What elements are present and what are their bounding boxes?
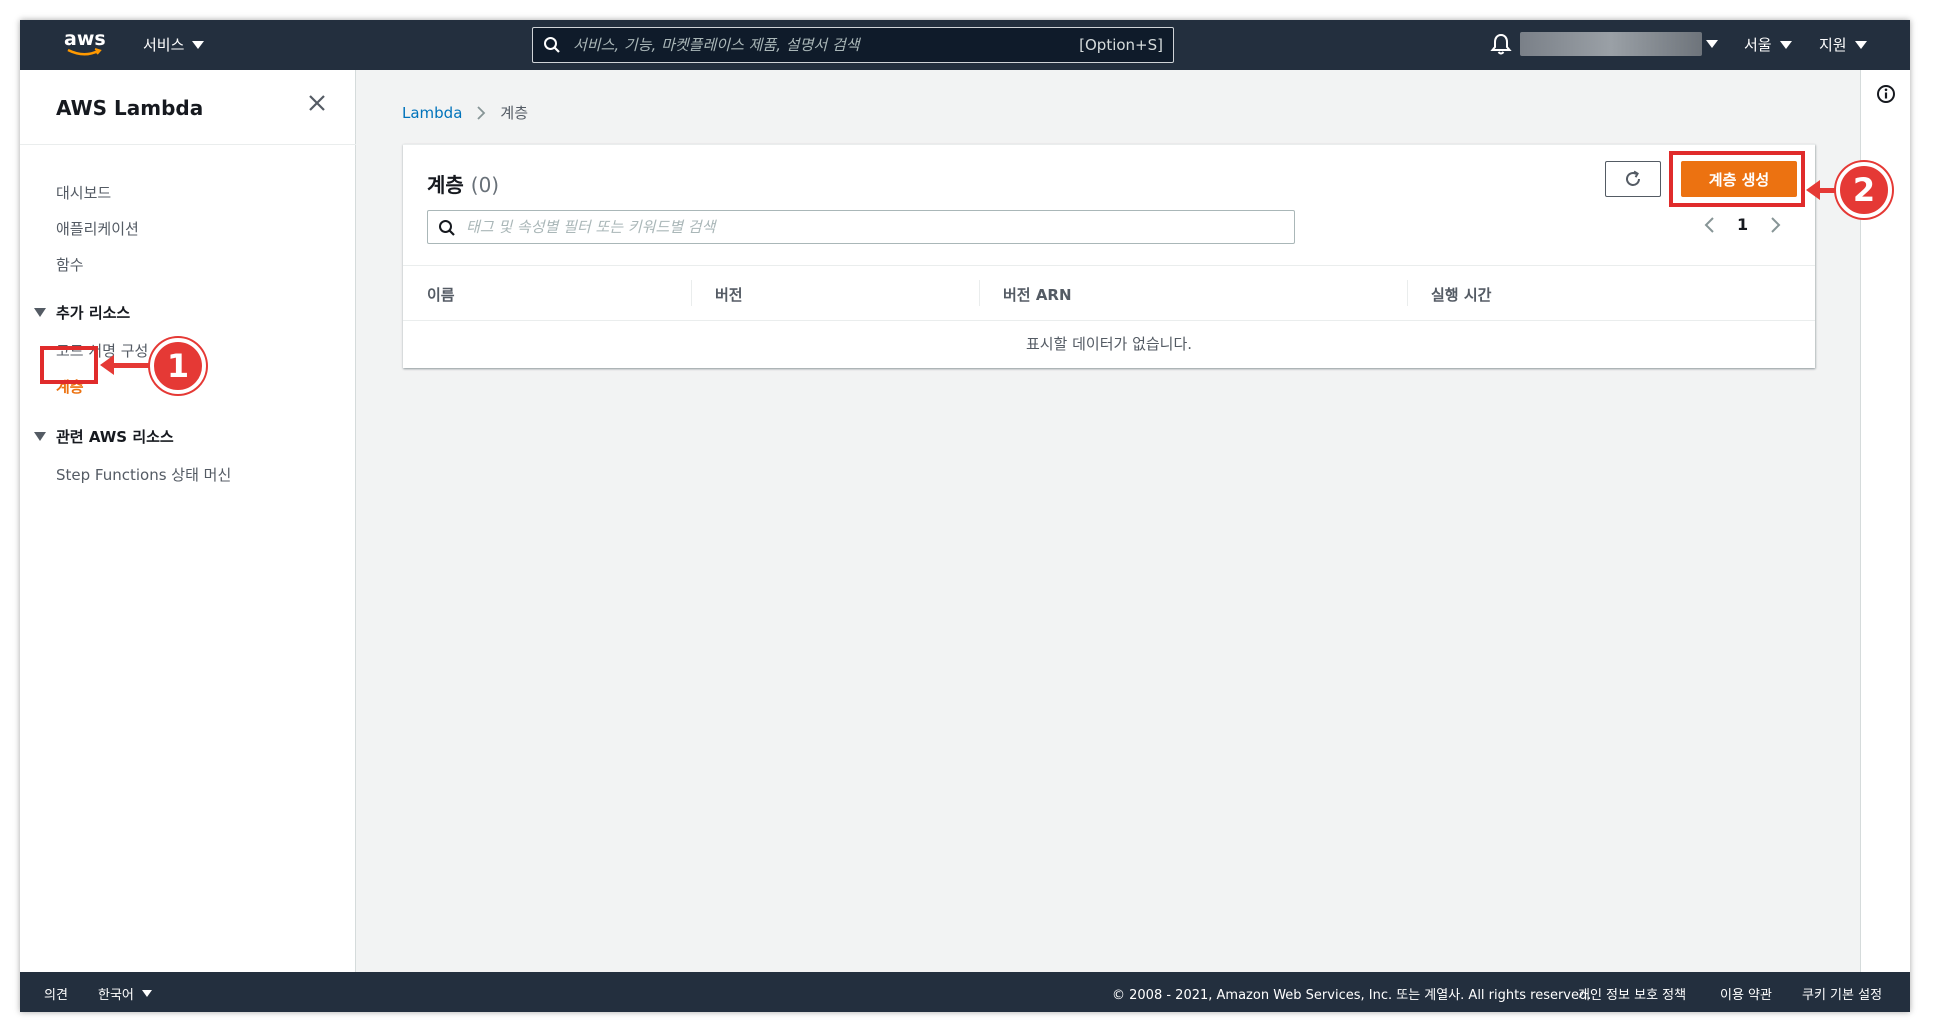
column-divider <box>979 280 980 306</box>
top-navigation: aws 서비스 [Option+S] 서울 <box>20 20 1910 70</box>
caret-down-icon <box>141 990 152 997</box>
layers-table-panel: 계층 (0) 계층 생성 1 <box>403 144 1815 368</box>
expand-triangle-icon <box>34 308 46 317</box>
page-number[interactable]: 1 <box>1737 215 1748 234</box>
copyright-text: © 2008 - 2021, Amazon Web Services, Inc.… <box>1112 988 1592 1003</box>
console-window: aws 서비스 [Option+S] 서울 <box>20 20 1910 1012</box>
feedback-link[interactable]: 의견 <box>44 984 68 1003</box>
panel-title-text: 계층 <box>427 173 464 197</box>
column-header-name[interactable]: 이름 <box>427 284 455 305</box>
language-selector[interactable]: 한국어 <box>98 984 152 1003</box>
search-shortcut-hint: [Option+S] <box>1079 36 1163 54</box>
breadcrumb: Lambda 계층 <box>402 102 528 123</box>
sidebar-title: AWS Lambda <box>56 96 204 120</box>
account-caret-icon[interactable] <box>1706 40 1718 48</box>
aws-logo-text: aws <box>64 28 106 50</box>
aws-smile-icon <box>67 48 102 56</box>
breadcrumb-current: 계층 <box>500 104 529 122</box>
refresh-button[interactable] <box>1605 161 1661 197</box>
sidebar-section-label: 관련 AWS 리소스 <box>56 428 174 446</box>
annotation-highlight-layers <box>40 346 98 384</box>
column-divider <box>1407 280 1408 306</box>
annotation-highlight-create-layer <box>1669 151 1805 207</box>
caret-down-icon <box>192 40 205 49</box>
refresh-icon <box>1626 170 1640 186</box>
annotation-marker-2: 2 <box>1836 162 1892 218</box>
chevron-right-icon <box>477 105 486 120</box>
chevron-right-icon[interactable] <box>1770 216 1782 234</box>
filter-field[interactable] <box>427 210 1295 244</box>
search-icon <box>544 37 560 53</box>
services-menu[interactable]: 서비스 <box>143 34 205 55</box>
support-menu[interactable]: 지원 <box>1819 34 1867 55</box>
aws-logo[interactable]: aws <box>64 28 108 58</box>
expand-triangle-icon <box>34 432 46 441</box>
column-header-version[interactable]: 버전 <box>715 284 743 305</box>
sidebar: AWS Lambda 대시보드 애플리케이션 함수 추가 리소스 코드 서명 구… <box>20 70 356 972</box>
panel-count: (0) <box>470 173 500 197</box>
region-menu[interactable]: 서울 <box>1744 34 1792 55</box>
close-icon[interactable] <box>308 94 326 112</box>
caret-down-icon <box>1854 40 1867 49</box>
bell-icon[interactable] <box>1490 32 1512 56</box>
region-label: 서울 <box>1744 36 1772 54</box>
column-header-version-arn[interactable]: 버전 ARN <box>1003 284 1072 305</box>
support-label: 지원 <box>1819 36 1847 54</box>
global-search[interactable]: [Option+S] <box>532 27 1174 63</box>
cookie-preferences-link[interactable]: 쿠키 기본 설정 <box>1802 984 1882 1003</box>
chevron-left-icon[interactable] <box>1703 216 1715 234</box>
annotation-marker-1: 1 <box>150 338 206 394</box>
sidebar-item-functions[interactable]: 함수 <box>56 254 84 275</box>
global-search-input[interactable] <box>573 32 1073 58</box>
caret-down-icon <box>1779 40 1792 49</box>
info-icon[interactable] <box>1876 84 1896 104</box>
empty-table-message: 표시할 데이터가 없습니다. <box>1025 335 1193 353</box>
language-label: 한국어 <box>98 988 134 1003</box>
search-icon <box>439 220 455 236</box>
sidebar-item-applications[interactable]: 애플리케이션 <box>56 218 139 239</box>
sidebar-item-dashboard[interactable]: 대시보드 <box>56 182 111 203</box>
terms-link[interactable]: 이용 약관 <box>1720 984 1772 1003</box>
services-label: 서비스 <box>143 36 185 54</box>
filter-input[interactable] <box>466 215 1266 239</box>
pagination: 1 <box>1703 215 1782 234</box>
sidebar-section-related-aws-resources[interactable]: 관련 AWS 리소스 <box>34 426 174 447</box>
sidebar-section-additional-resources[interactable]: 추가 리소스 <box>34 302 130 323</box>
column-header-runtime[interactable]: 실행 시간 <box>1431 284 1491 305</box>
column-divider <box>691 280 692 306</box>
footer: 의견 한국어 © 2008 - 2021, Amazon Web Service… <box>20 972 1910 1012</box>
account-menu-redacted[interactable] <box>1520 32 1702 56</box>
panel-title: 계층 (0) <box>427 169 499 198</box>
sidebar-divider <box>20 144 356 145</box>
sidebar-item-step-functions[interactable]: Step Functions 상태 머신 <box>56 464 231 485</box>
sidebar-section-label: 추가 리소스 <box>56 304 131 322</box>
breadcrumb-lambda-link[interactable]: Lambda <box>402 104 462 122</box>
table-header: 이름 버전 버전 ARN 실행 시간 <box>403 265 1815 321</box>
privacy-policy-link[interactable]: 개인 정보 보호 정책 <box>1578 984 1686 1003</box>
